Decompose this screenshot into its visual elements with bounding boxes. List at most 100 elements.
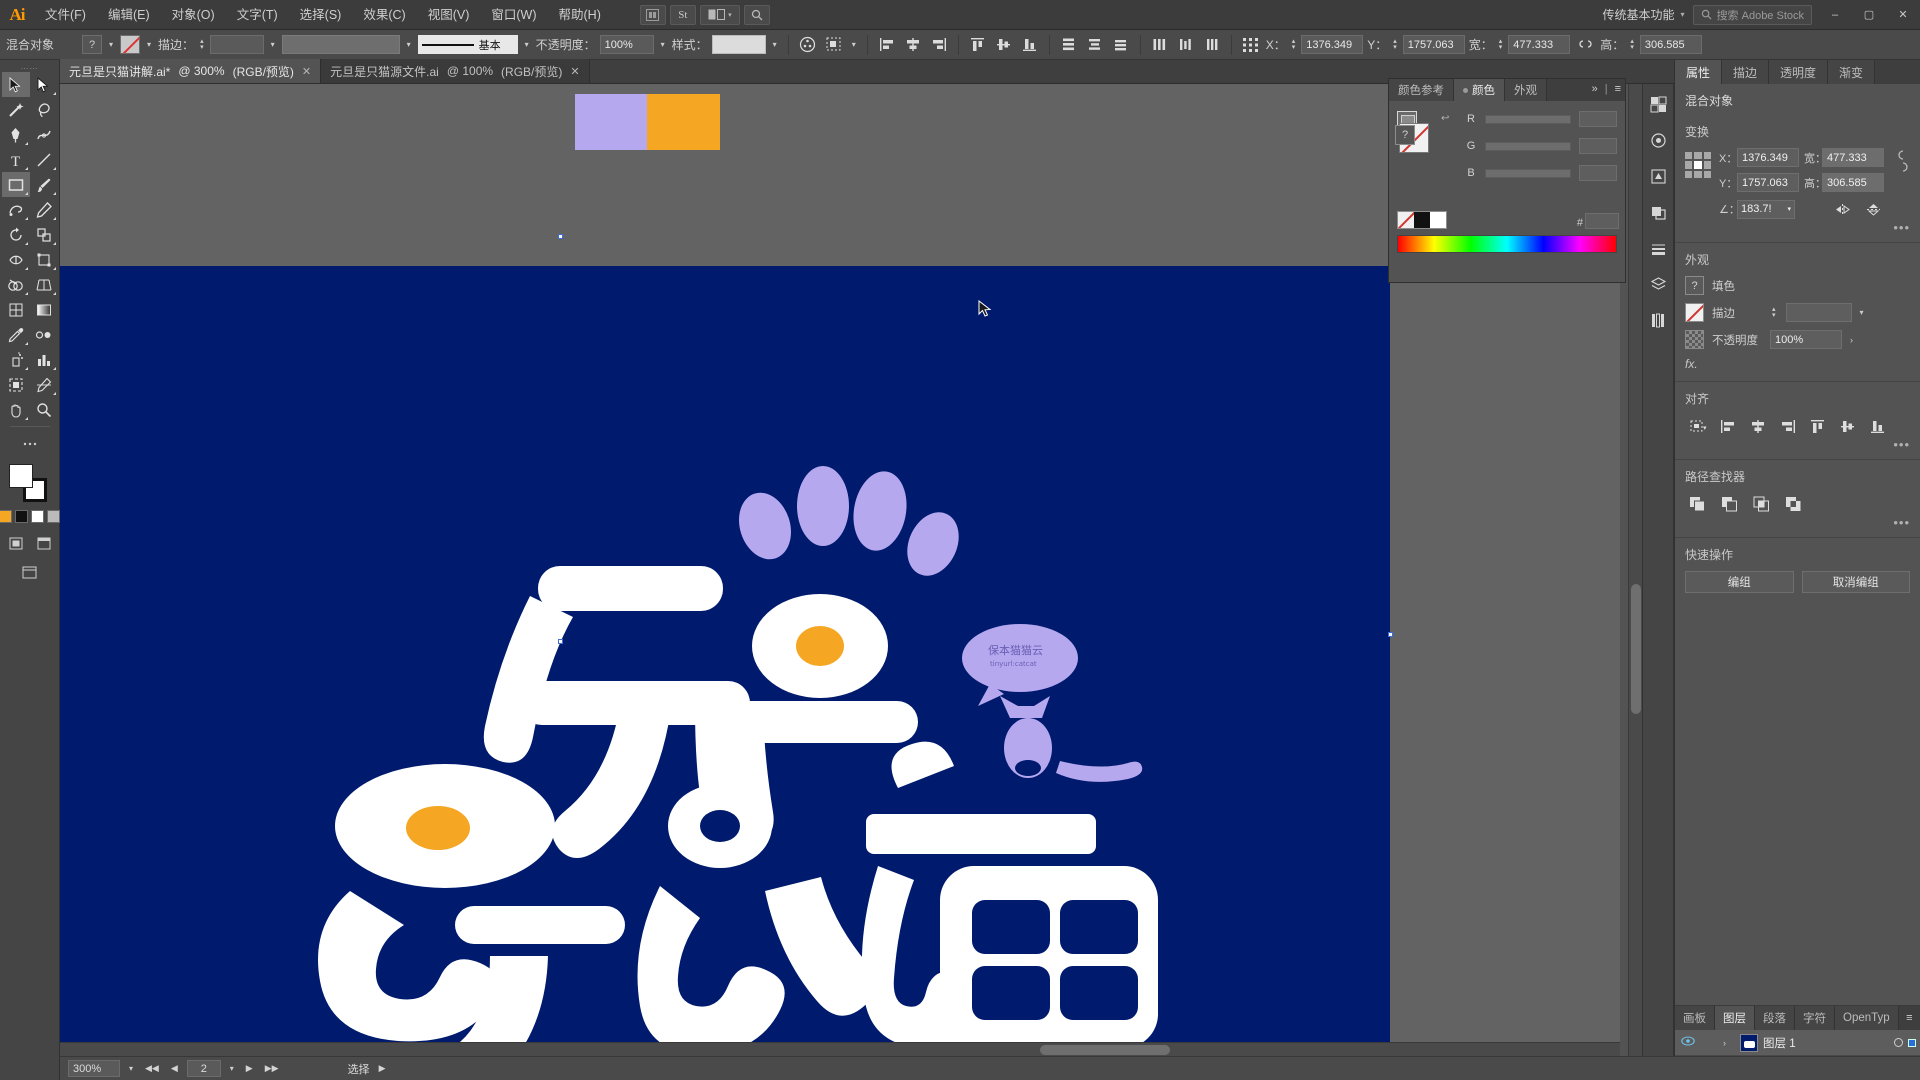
stroke-weight-stepper[interactable]: ▴ ▾ [1770, 306, 1778, 319]
lasso-tool[interactable] [30, 97, 58, 122]
h-input[interactable]: 306.585 [1639, 35, 1702, 54]
tab-close-icon-1[interactable]: ✕ [302, 65, 311, 78]
fill-chevron-icon[interactable]: ▾ [106, 40, 116, 49]
align-top-icon[interactable] [967, 34, 989, 55]
prop-h-input[interactable]: 306.585 [1822, 173, 1884, 192]
r-slider[interactable] [1485, 114, 1571, 124]
align-right-icon[interactable] [928, 34, 950, 55]
w-stepper[interactable]: ▴ ▾ [1497, 38, 1505, 51]
appearance-stroke-swatch[interactable] [1685, 303, 1704, 322]
maximize-button[interactable]: ▢ [1852, 0, 1886, 30]
color-sample-rectangles[interactable] [575, 94, 720, 150]
shaper-tool[interactable] [2, 197, 30, 222]
x-stepper[interactable]: ▴ ▾ [1290, 38, 1298, 51]
graphic-style-preview[interactable] [711, 35, 766, 54]
intersect-icon[interactable] [1749, 493, 1773, 515]
selection-anchor-right[interactable] [1388, 632, 1393, 637]
appearance-fill-swatch[interactable]: ? [1685, 276, 1704, 295]
align-more-icon[interactable]: ••• [1685, 437, 1910, 451]
swap-button[interactable] [47, 510, 60, 523]
distribute-left-icon[interactable] [1149, 34, 1171, 55]
pathfinder-icon[interactable] [1645, 200, 1671, 224]
libraries-icon[interactable] [1645, 308, 1671, 332]
tab-transparency[interactable]: 透明度 [1769, 60, 1829, 84]
next-artboard-button[interactable]: ▶ [243, 1063, 256, 1074]
horizontal-scroll-thumb[interactable] [1040, 1045, 1170, 1055]
search-glass-icon[interactable] [743, 4, 770, 25]
edit-toolbar-icon[interactable] [16, 431, 44, 456]
arrange-documents-icon[interactable]: ▾ [699, 4, 740, 25]
h-stepper[interactable]: ▴ ▾ [1628, 38, 1636, 51]
tab-character[interactable]: 字符 [1795, 1006, 1835, 1030]
stroke-weight-chevron-icon[interactable]: ▾ [268, 40, 278, 49]
recolor-artwork-icon[interactable] [797, 34, 819, 55]
chevron-down-icon[interactable]: ▾ [1681, 10, 1693, 19]
drawing-mode-icon[interactable] [2, 531, 30, 556]
g-slider[interactable] [1485, 141, 1571, 151]
bridge-icon[interactable] [639, 4, 666, 25]
artboard-tool[interactable] [2, 372, 30, 397]
rotate-tool[interactable] [2, 222, 30, 247]
mesh-tool[interactable] [2, 297, 30, 322]
canvas-viewport[interactable]: 使用【矩形工具】绘制深蓝色矩形作为背景 [60, 84, 1620, 1070]
selection-anchor-top[interactable] [558, 234, 563, 239]
reference-point-selector[interactable] [1685, 152, 1711, 178]
prev-artboard-button[interactable]: ◀ [168, 1063, 181, 1074]
pencil-tool[interactable] [30, 197, 58, 222]
r-value[interactable] [1579, 111, 1617, 127]
tab-color-guide[interactable]: 颜色参考 [1389, 79, 1454, 101]
align-middle-v-icon[interactable] [993, 34, 1015, 55]
document-tab-1[interactable]: 元旦是只猫讲解.ai* @ 300% (RGB/预览) ✕ [60, 59, 322, 83]
layer-row[interactable]: › 图层 1 [1675, 1030, 1920, 1056]
menu-select[interactable]: 选择(S) [289, 0, 353, 30]
layers-menu-icon[interactable]: ≡ [1899, 1006, 1920, 1030]
zoom-chevron-icon[interactable]: ▾ [126, 1064, 136, 1073]
tab-properties[interactable]: 属性 [1675, 60, 1723, 84]
distribute-right-icon[interactable] [1201, 34, 1223, 55]
align-right-icon[interactable] [1775, 415, 1801, 437]
stroke-style-dropdown[interactable]: 基本 [417, 35, 518, 54]
fill-stroke-indicator[interactable] [7, 462, 53, 506]
canvas-vertical-scrollbar[interactable] [1628, 84, 1642, 1070]
menu-view[interactable]: 视图(V) [417, 0, 481, 30]
color-unknown-swatch[interactable]: ? [1395, 125, 1415, 145]
b-value[interactable] [1579, 165, 1617, 181]
swatch-white[interactable] [1430, 212, 1446, 228]
perspective-grid-tool[interactable] [30, 272, 58, 297]
color-button[interactable] [0, 510, 12, 523]
w-input[interactable]: 477.333 [1508, 35, 1571, 54]
symbols-icon[interactable] [1645, 164, 1671, 188]
transform-more-icon[interactable]: ••• [1685, 220, 1910, 234]
symbol-sprayer-tool[interactable] [2, 347, 30, 372]
color-panel[interactable]: 颜色参考 颜色 外观 » | ≡ ? ↩ R G B # [1388, 78, 1626, 283]
sample-swatch-orange[interactable] [647, 94, 720, 150]
link-broken-icon[interactable] [1894, 148, 1910, 177]
layer-name[interactable]: 图层 1 [1763, 1035, 1889, 1051]
artboard-number-input[interactable]: 2 [186, 1060, 221, 1077]
menu-help[interactable]: 帮助(H) [548, 0, 612, 30]
free-transform-tool[interactable] [30, 247, 58, 272]
group-button[interactable]: 编组 [1685, 571, 1794, 593]
collapse-icon[interactable]: » [1592, 83, 1598, 95]
change-screen-mode-icon[interactable] [16, 560, 44, 585]
tab-paragraph[interactable]: 段落 [1755, 1006, 1795, 1030]
fill-swatch[interactable]: ? [82, 35, 103, 54]
unite-icon[interactable] [1685, 493, 1709, 515]
align-middle-v-icon[interactable] [1835, 415, 1861, 437]
brushes-icon[interactable] [1645, 128, 1671, 152]
last-artboard-button[interactable]: ▶▶ [262, 1063, 282, 1074]
align-top-icon[interactable] [1805, 415, 1831, 437]
stroke-weight-stepper[interactable]: ▴ ▾ [198, 38, 206, 51]
tab-stroke[interactable]: 描边 [1722, 60, 1770, 84]
slice-tool[interactable] [30, 372, 58, 397]
properties-scroll-area[interactable]: 混合对象 变换 X： 1376.349 宽： 477.333 Y： 1757.0… [1675, 84, 1920, 1005]
blend-tool[interactable] [30, 322, 58, 347]
swatch-black[interactable] [1414, 212, 1430, 228]
tab-artboards[interactable]: 画板 [1675, 1006, 1715, 1030]
revert-icon[interactable]: ↩ [1441, 113, 1449, 124]
first-artboard-button[interactable]: ◀◀ [142, 1063, 162, 1074]
width-tool[interactable] [2, 247, 30, 272]
opacity-chevron-icon[interactable]: ▾ [658, 40, 668, 49]
selection-indicator-icon[interactable] [1908, 1038, 1916, 1047]
distribute-center-h-icon[interactable] [1175, 34, 1197, 55]
